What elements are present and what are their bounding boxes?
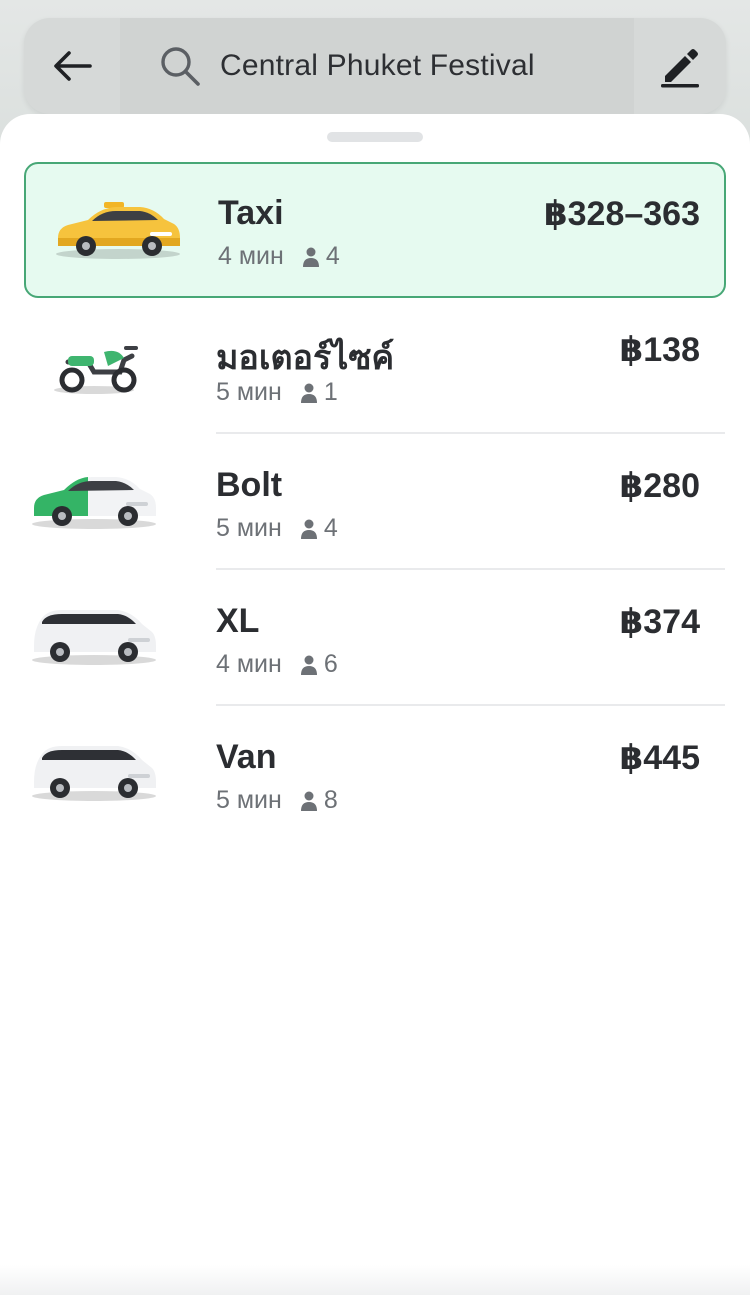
person-icon (300, 655, 317, 675)
search-icon (161, 47, 200, 86)
arrow-left-icon (54, 51, 92, 81)
destination-text: Central Phuket Festival (220, 49, 535, 82)
ride-meta: 4 мин 4 (218, 242, 340, 271)
back-button[interactable] (24, 18, 120, 114)
ride-price: ฿280 (619, 467, 700, 505)
ride-eta: 5 мин (216, 786, 282, 814)
person-icon (300, 519, 317, 539)
ride-name: Van (216, 738, 277, 776)
ride-seats: 1 (323, 378, 338, 406)
ride-options-sheet: Taxi 4 мин 4 ฿328–363 มอเตอร์ไซค์ 5 мин … (0, 114, 750, 1295)
person-icon (300, 791, 317, 811)
ride-eta: 4 мин (216, 650, 282, 678)
ride-eta: 5 мин (216, 514, 282, 542)
ride-name: XL (216, 602, 260, 640)
ride-price: ฿138 (619, 331, 700, 369)
ride-name: Taxi (218, 194, 284, 232)
white-minivan-icon (32, 610, 156, 665)
ride-options-list: Taxi 4 мин 4 ฿328–363 มอเตอร์ไซค์ 5 мин … (0, 162, 750, 842)
yellow-taxi-car-icon (56, 202, 180, 259)
white-minivan-icon (32, 746, 156, 801)
edit-route-button[interactable] (634, 18, 726, 114)
ride-price: ฿374 (619, 603, 700, 641)
ride-eta: 5 мин (216, 378, 282, 406)
green-white-car-icon (32, 477, 156, 529)
ride-seats: 8 (323, 786, 338, 814)
ride-seats: 4 (323, 514, 338, 542)
ride-seats: 6 (323, 650, 338, 678)
route-search-bar: Central Phuket Festival (24, 18, 726, 114)
sheet-grabber[interactable] (327, 132, 423, 142)
ride-name: Bolt (216, 466, 283, 504)
bottom-shade (0, 1265, 750, 1295)
ride-price: ฿328–363 (543, 195, 700, 233)
ride-meta: 5 мин 4 (216, 514, 338, 543)
pencil-icon (661, 49, 699, 88)
green-motorbike-icon (54, 346, 138, 394)
ride-option-bolt[interactable]: Bolt 5 мин 4 ฿280 (0, 434, 750, 570)
ride-option-van[interactable]: Van 5 мин 8 ฿445 (0, 706, 750, 842)
ride-meta: 5 мин 8 (216, 786, 338, 815)
ride-name: มอเตอร์ไซค์ (216, 339, 395, 377)
destination-field[interactable]: Central Phuket Festival (120, 18, 634, 114)
ride-option-xl[interactable]: XL 4 мин 6 ฿374 (0, 570, 750, 706)
ride-meta: 4 мин 6 (216, 650, 338, 679)
ride-meta: 5 мин 1 (216, 378, 338, 407)
ride-eta: 4 мин (218, 242, 284, 270)
person-icon (300, 383, 317, 403)
person-icon (302, 247, 319, 267)
ride-option-motorbike[interactable]: มอเตอร์ไซค์ 5 мин 1 ฿138 (0, 298, 750, 434)
ride-option-taxi[interactable]: Taxi 4 мин 4 ฿328–363 (24, 162, 726, 298)
ride-seats: 4 (325, 242, 340, 270)
ride-price: ฿445 (619, 739, 700, 777)
